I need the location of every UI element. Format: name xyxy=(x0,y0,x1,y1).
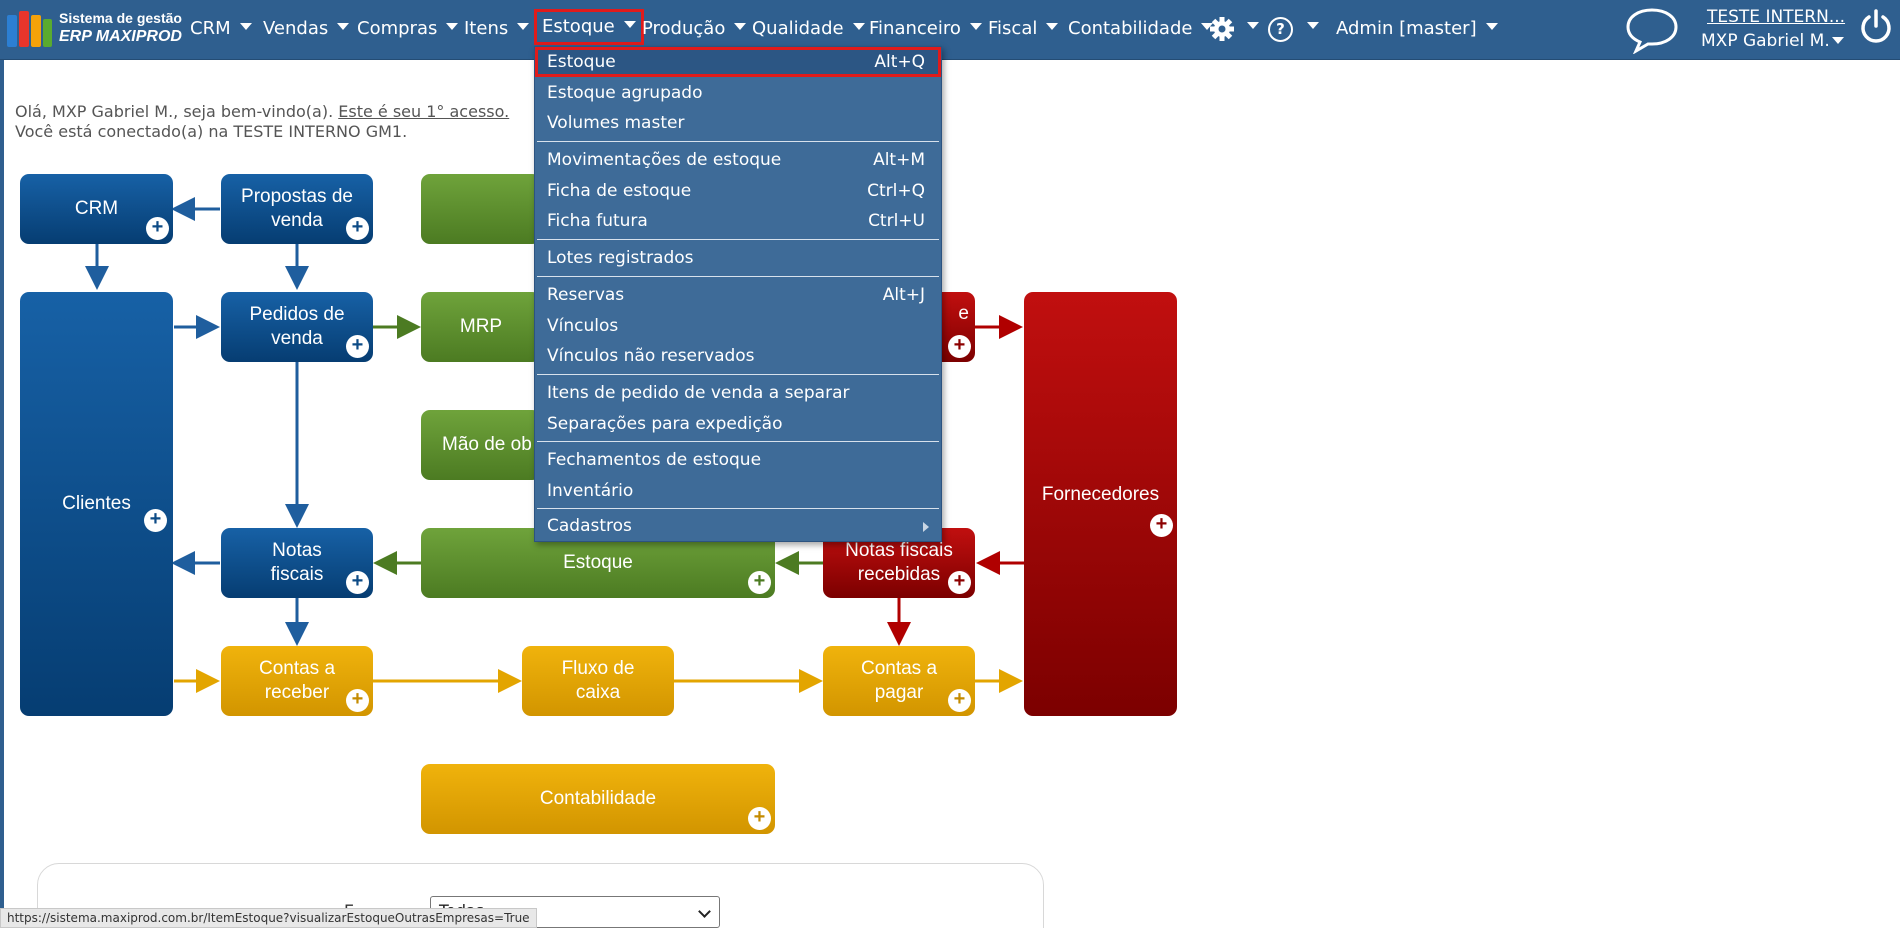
propostas-venda-box[interactable]: Propostas de venda + xyxy=(221,174,373,244)
menu-item-ficha-estoque[interactable]: Ficha de estoque Ctrl+Q xyxy=(535,176,941,206)
menu-separator xyxy=(537,239,939,240)
mrp-box[interactable]: MRP xyxy=(421,292,541,362)
menu-item-ficha-futura[interactable]: Ficha futura Ctrl+U xyxy=(535,206,941,236)
add-fornecedor-icon[interactable]: + xyxy=(1150,513,1173,537)
fornecedores-box[interactable]: Fornecedores + xyxy=(1024,292,1177,716)
chat-bubble-icon[interactable] xyxy=(1624,6,1680,54)
contabilidade-box[interactable]: Contabilidade + xyxy=(421,764,775,834)
menu-item-estoque-agrupado[interactable]: Estoque agrupado xyxy=(535,78,941,108)
menu-item-volumes-master[interactable]: Volumes master xyxy=(535,108,941,138)
add-estoque-icon[interactable]: + xyxy=(748,570,771,594)
user-name[interactable]: MXP Gabriel M. xyxy=(1701,31,1830,51)
menu-separator xyxy=(537,141,939,142)
fluxo-caixa-box[interactable]: Fluxo de caixa xyxy=(522,646,674,716)
chevron-right-icon xyxy=(923,522,929,532)
add-nota-fiscal-icon[interactable]: + xyxy=(346,570,369,594)
add-pedido-icon[interactable]: + xyxy=(346,334,369,358)
add-conta-receber-icon[interactable]: + xyxy=(346,688,369,712)
notas-fiscais-box[interactable]: Notas fiscais + xyxy=(221,528,373,598)
menu-item-estoque[interactable]: Estoque Alt+Q xyxy=(535,47,941,77)
add-conta-pagar-icon[interactable]: + xyxy=(948,688,971,712)
menu-separator xyxy=(537,374,939,375)
add-nota-recebida-icon[interactable]: + xyxy=(948,570,971,594)
menu-separator xyxy=(537,276,939,277)
add-red-partial-icon[interactable]: + xyxy=(948,334,971,358)
gear-icon[interactable] xyxy=(1209,16,1235,42)
settings-caret-icon[interactable] xyxy=(1247,22,1259,29)
menu-separator xyxy=(537,441,939,442)
status-bar-url: https://sistema.maxiprod.com.br/ItemEsto… xyxy=(0,908,537,928)
add-crm-icon[interactable]: + xyxy=(146,216,169,240)
menu-item-movimentacoes[interactable]: Movimentações de estoque Alt+M xyxy=(535,145,941,175)
crm-box[interactable]: CRM + xyxy=(20,174,173,244)
contas-receber-box[interactable]: Contas a receber + xyxy=(221,646,373,716)
add-proposta-icon[interactable]: + xyxy=(346,216,369,240)
green-top-box[interactable] xyxy=(421,174,541,244)
help-caret-icon[interactable] xyxy=(1307,22,1319,29)
add-cliente-icon[interactable]: + xyxy=(144,508,167,532)
power-icon[interactable] xyxy=(1858,8,1894,46)
add-contabilidade-icon[interactable]: + xyxy=(748,806,771,830)
nav-admin[interactable]: Admin [master] xyxy=(1336,14,1498,44)
menu-item-vinculos[interactable]: Vínculos xyxy=(535,311,941,341)
menu-item-inventario[interactable]: Inventário xyxy=(535,476,941,506)
menu-item-reservas[interactable]: Reservas Alt+J xyxy=(535,280,941,310)
pedidos-venda-box[interactable]: Pedidos de venda + xyxy=(221,292,373,362)
mao-obra-box[interactable]: Mão de ob xyxy=(421,410,541,480)
menu-item-itens-pedido-separar[interactable]: Itens de pedido de venda a separar xyxy=(535,378,941,408)
user-caret-icon[interactable] xyxy=(1832,37,1844,44)
menu-item-separacoes-expedicao[interactable]: Separações para expedição xyxy=(535,409,941,439)
help-icon[interactable]: ? xyxy=(1268,17,1293,42)
chevron-down-icon xyxy=(698,905,711,918)
menu-item-fechamentos-estoque[interactable]: Fechamentos de estoque xyxy=(535,445,941,475)
menu-item-lotes-registrados[interactable]: Lotes registrados xyxy=(535,243,941,273)
estoque-dropdown-menu: Estoque Alt+Q Estoque agrupado Volumes ma… xyxy=(534,46,942,542)
menu-item-cadastros[interactable]: Cadastros xyxy=(535,511,941,541)
menu-separator xyxy=(537,508,939,509)
clientes-box[interactable]: Clientes + xyxy=(20,292,173,716)
menu-item-vinculos-nao-reservados[interactable]: Vínculos não reservados xyxy=(535,341,941,371)
chevron-down-icon xyxy=(1485,22,1498,30)
contas-pagar-box[interactable]: Contas a pagar + xyxy=(823,646,975,716)
company-link[interactable]: TESTE INTERN... xyxy=(1707,7,1845,27)
